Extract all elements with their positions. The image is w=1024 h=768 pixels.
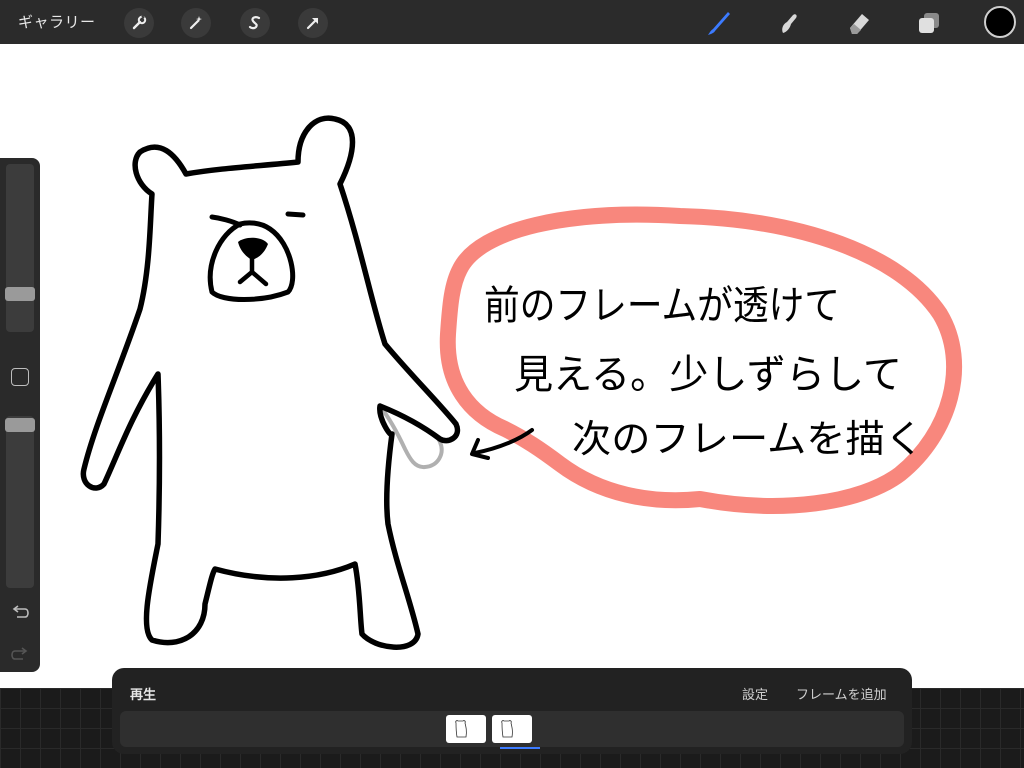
animation-assist-panel: 再生 設定 フレームを追加 [112,668,912,754]
undo-icon [12,605,29,618]
layers-button[interactable] [912,6,946,40]
selected-frame-indicator [500,747,540,749]
frame-thumbnail-bear [455,720,467,738]
adjustments-button[interactable] [181,8,211,38]
frame-timeline [120,711,904,749]
transform-arrow-icon [306,17,319,30]
canvas-artwork: 前のフレームが透けて 見える。少しずらして 次のフレームを描く [80,115,962,650]
brush-size-thumb[interactable] [5,287,35,301]
undo-button[interactable] [10,602,30,622]
play-button[interactable]: 再生 [130,684,156,703]
redo-button[interactable] [10,644,30,664]
brush-tool-button[interactable] [702,6,736,40]
frame-thumbnail-bear [501,720,513,738]
wrench-icon [132,15,147,30]
brush-size-slider[interactable] [5,164,35,332]
left-sidebar [0,158,40,672]
frame-thumbnail[interactable] [446,715,486,743]
brush-icon [708,12,730,35]
drawing-canvas[interactable]: 前のフレームが透けて 見える。少しずらして 次のフレームを描く [0,44,1024,688]
eraser-tool-button[interactable] [842,6,876,40]
bear-eye-right [285,211,306,218]
opacity-slider[interactable] [5,416,35,588]
magic-wand-icon [189,16,202,30]
layers-icon [919,13,939,33]
eraser-icon [850,14,869,34]
opacity-thumb[interactable] [5,418,35,432]
selection-button[interactable] [240,8,270,38]
settings-button[interactable]: 設定 [742,684,768,703]
selection-icon [248,16,261,30]
annotation-line-1: 前のフレームが透けて [484,283,840,329]
annotation-line-2: 見える。少しずらして [514,352,902,398]
annotation-line-3: 次のフレームを描く [572,417,924,461]
smudge-icon [782,14,797,33]
transform-button[interactable] [298,8,328,38]
modify-button[interactable] [11,368,29,386]
add-frame-button[interactable]: フレームを追加 [796,684,887,703]
redo-icon [11,647,28,660]
frame-thumbnail-selected[interactable] [492,715,532,743]
gallery-button[interactable]: ギャラリー [18,11,96,32]
actions-button[interactable] [124,8,154,38]
bear-body [80,115,461,650]
smudge-tool-button[interactable] [772,6,806,40]
top-toolbar: ギャラリー [0,0,1024,44]
color-picker-button[interactable] [984,6,1016,38]
